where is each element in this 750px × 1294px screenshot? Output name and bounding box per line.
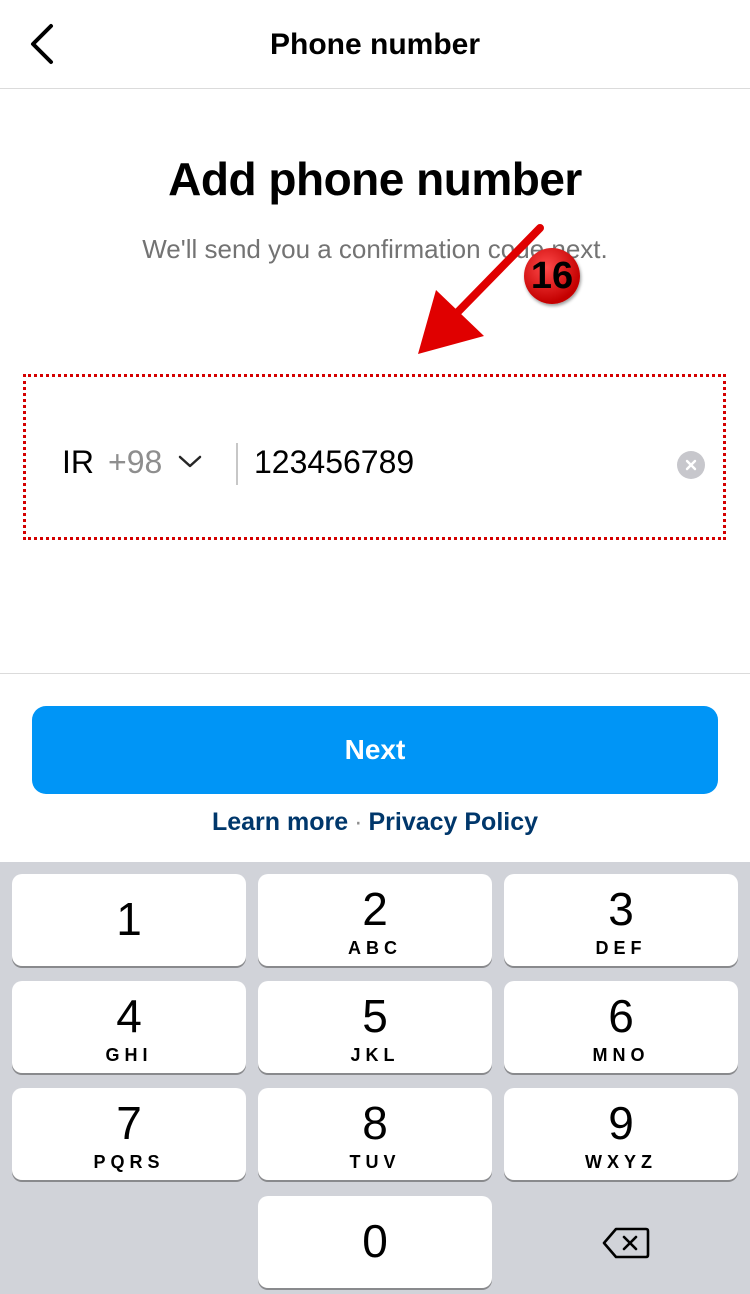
clear-button[interactable] xyxy=(677,451,705,479)
key-3[interactable]: 3 DEF xyxy=(504,874,738,966)
navigation-bar: Phone number xyxy=(0,0,750,89)
key-digit: 2 xyxy=(362,883,388,935)
annotation-step-badge: 16 xyxy=(524,248,580,304)
key-digit: 9 xyxy=(608,1097,634,1149)
key-digit: 5 xyxy=(362,990,388,1042)
key-5[interactable]: 5 JKL xyxy=(258,981,492,1073)
key-1[interactable]: 1 xyxy=(12,874,246,966)
divider xyxy=(0,673,750,674)
key-letters: DEF xyxy=(595,938,647,958)
privacy-policy-link[interactable]: Privacy Policy xyxy=(368,808,538,836)
key-7[interactable]: 7 PQRS xyxy=(12,1088,246,1180)
key-digit: 1 xyxy=(116,893,142,945)
key-8[interactable]: 8 TUV xyxy=(258,1088,492,1180)
key-0[interactable]: 0 xyxy=(258,1196,492,1288)
key-digit: 3 xyxy=(608,883,634,935)
key-4[interactable]: 4 GHI xyxy=(12,981,246,1073)
key-digit: 7 xyxy=(116,1097,142,1149)
delete-key[interactable] xyxy=(586,1218,666,1268)
key-digit: 0 xyxy=(362,1215,388,1267)
key-letters: JKL xyxy=(350,1045,400,1065)
key-letters: GHI xyxy=(105,1045,153,1065)
key-letters: PQRS xyxy=(93,1152,165,1172)
learn-more-link[interactable]: Learn more xyxy=(212,808,348,836)
country-iso: IR xyxy=(62,443,94,480)
key-digit: 6 xyxy=(608,990,634,1042)
dial-code: +98 xyxy=(108,443,163,480)
key-2[interactable]: 2 ABC xyxy=(258,874,492,966)
key-digit: 4 xyxy=(116,990,142,1042)
next-button[interactable]: Next xyxy=(32,706,718,794)
backspace-icon xyxy=(602,1227,650,1259)
key-letters: ABC xyxy=(348,938,402,958)
country-code-selector[interactable]: IR +98 xyxy=(62,437,202,487)
chevron-down-icon xyxy=(179,455,202,468)
field-divider xyxy=(236,443,238,485)
key-letters: TUV xyxy=(349,1152,401,1172)
key-9[interactable]: 9 WXYZ xyxy=(504,1088,738,1180)
key-letters: WXYZ xyxy=(585,1152,657,1172)
phone-number-input[interactable] xyxy=(254,439,654,485)
clear-icon xyxy=(685,459,697,471)
key-6[interactable]: 6 MNO xyxy=(504,981,738,1073)
separator: · xyxy=(354,808,363,836)
phone-number-field: IR +98 xyxy=(23,374,726,540)
key-letters: MNO xyxy=(592,1045,650,1065)
heading: Add phone number xyxy=(168,153,582,205)
key-digit: 8 xyxy=(362,1097,388,1149)
footer-links: Learn more · Privacy Policy xyxy=(0,808,750,837)
subtitle: We'll send you a confirmation code next. xyxy=(142,234,608,264)
page-title: Phone number xyxy=(269,28,480,61)
